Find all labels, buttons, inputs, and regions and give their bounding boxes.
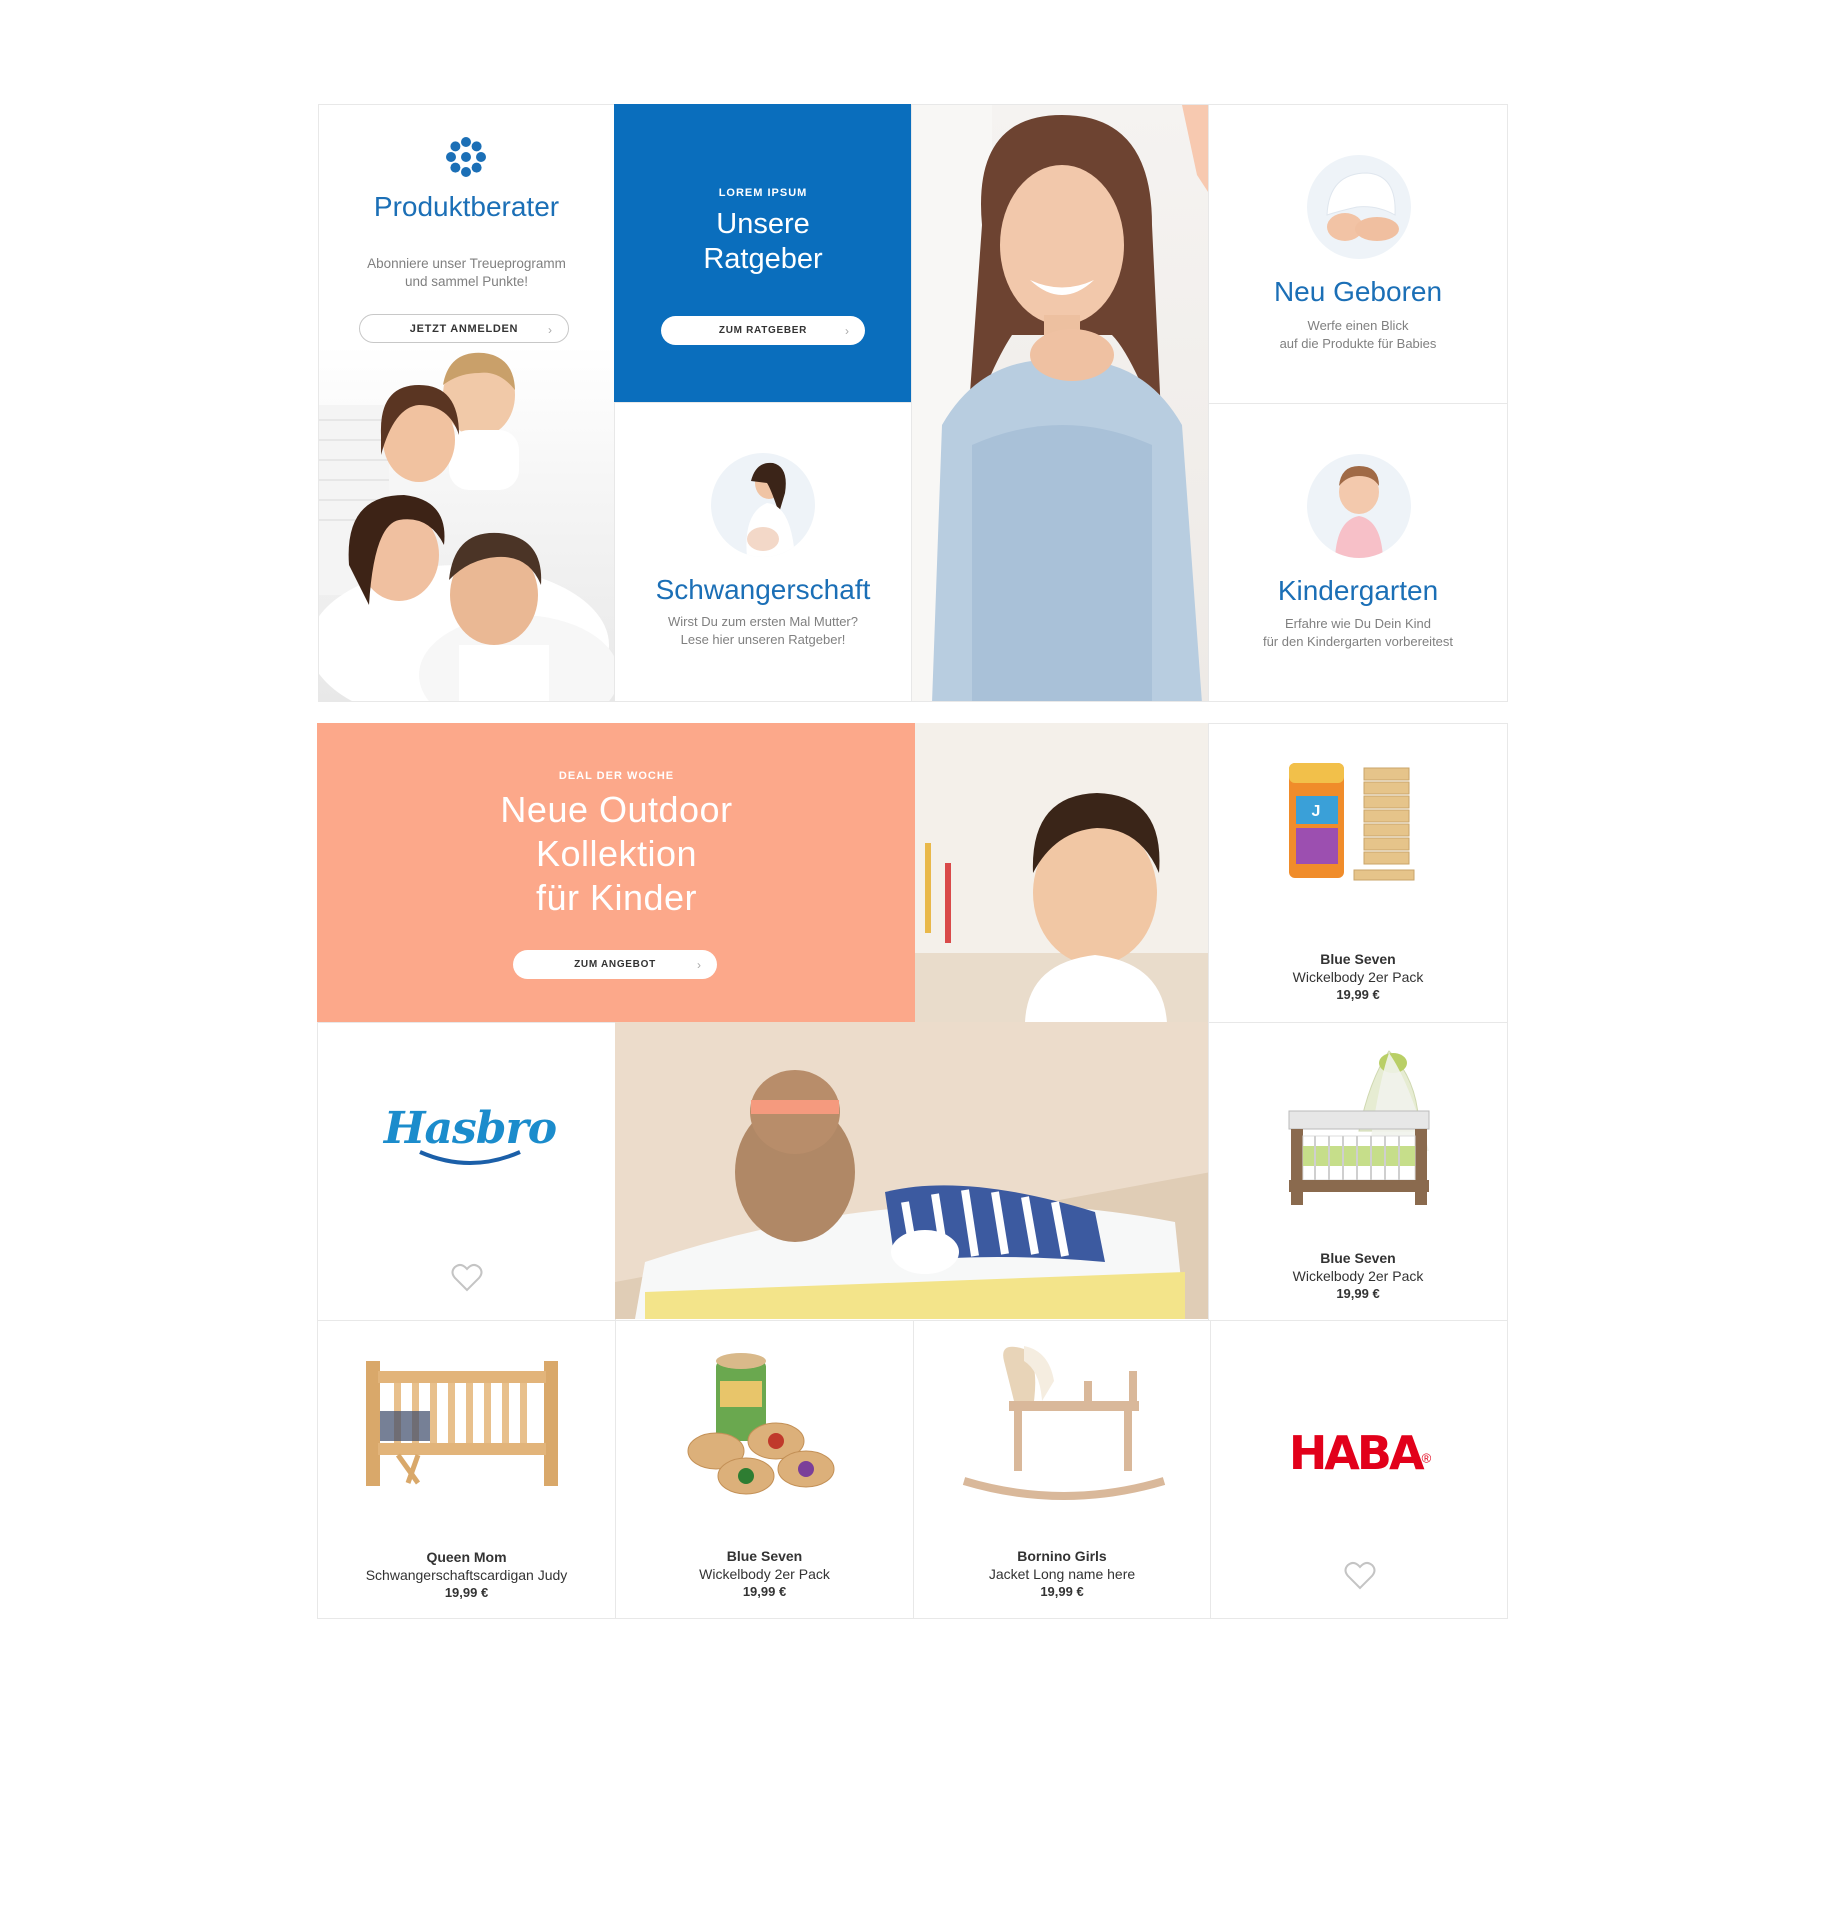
neu-geboren-desc: Werfe einen Blick auf die Produkte für B… bbox=[1209, 317, 1507, 353]
deal-title-line2: Kollektion bbox=[535, 833, 698, 874]
neu-geboren-title: Neu Geboren bbox=[1273, 276, 1443, 307]
produktberater-title: Produktberater bbox=[373, 191, 560, 222]
product-3-info: Queen Mom Schwangerschaftscardigan Judy … bbox=[318, 1548, 615, 1602]
chevron-right-icon: › bbox=[548, 323, 552, 337]
neu-geboren-tile[interactable]: Neu Geboren Werfe einen Blick auf die Pr… bbox=[1208, 104, 1508, 404]
schwangerschaft-desc: Wirst Du zum ersten Mal Mutter? Lese hie… bbox=[615, 613, 911, 649]
toddler-icon bbox=[1307, 454, 1411, 558]
jetzt-anmelden-label: JETZT ANMELDEN bbox=[409, 322, 519, 335]
deal-title-line3: für Kinder bbox=[535, 877, 698, 918]
product-5-name: Jacket Long name here bbox=[988, 1566, 1136, 1582]
schwangerschaft-desc-line2: Lese hier unseren Ratgeber! bbox=[680, 632, 846, 647]
zum-ratgeber-label: ZUM RATGEBER bbox=[718, 325, 808, 336]
product-image-jenga: J bbox=[1289, 763, 1415, 881]
product-2-name: Wickelbody 2er Pack bbox=[1292, 1268, 1424, 1284]
kindergarten-title: Kindergarten bbox=[1277, 575, 1439, 606]
haba-logo: HABA® bbox=[1285, 1426, 1435, 1480]
ratgeber-title-line1: Unsere bbox=[716, 208, 810, 240]
schwangerschaft-title: Schwangerschaft bbox=[655, 574, 871, 605]
product-1-brand: Blue Seven bbox=[1320, 951, 1396, 967]
mother-photo bbox=[911, 104, 1209, 702]
flower-icon bbox=[446, 137, 486, 177]
chevron-right-icon: › bbox=[697, 958, 701, 972]
produktberater-desc-line1: Abonniere unser Treueprogramm bbox=[367, 256, 566, 271]
produktberater-tile: Produktberater Abonniere unser Treueprog… bbox=[318, 104, 615, 702]
haba-logo-text: HABA bbox=[1288, 1426, 1425, 1480]
zum-ratgeber-button[interactable]: ZUM RATGEBER › bbox=[661, 316, 865, 345]
ratgeber-eyebrow: LOREM IPSUM bbox=[718, 187, 808, 199]
product-card-2[interactable]: Blue Seven Wickelbody 2er Pack 19,99 € bbox=[1208, 1022, 1508, 1322]
product-2-info: Blue Seven Wickelbody 2er Pack 19,99 € bbox=[1209, 1249, 1507, 1303]
product-card-1[interactable]: J Blue Seven Wickelbody 2er Pack 19,99 € bbox=[1208, 723, 1508, 1023]
chevron-right-icon: › bbox=[845, 324, 849, 338]
product-2-brand: Blue Seven bbox=[1320, 1250, 1396, 1266]
ratgeber-tile: LOREM IPSUM Unsere Ratgeber ZUM RATGEBER… bbox=[614, 104, 912, 403]
kindergarten-tile[interactable]: Kindergarten Erfahre wie Du Dein Kind fü… bbox=[1208, 403, 1508, 702]
product-card-5[interactable]: Bornino Girls Jacket Long name here 19,9… bbox=[913, 1320, 1211, 1619]
produktberater-desc: Abonniere unser Treueprogramm und sammel… bbox=[319, 255, 614, 291]
deal-title-line1: Neue Outdoor bbox=[500, 789, 733, 830]
ratgeber-title: Unsere Ratgeber bbox=[615, 207, 911, 277]
product-1-name: Wickelbody 2er Pack bbox=[1292, 969, 1424, 985]
kindergarten-desc: Erfahre wie Du Dein Kind für den Kinderg… bbox=[1209, 615, 1507, 651]
hasbro-logo-text: Hasbro bbox=[383, 1103, 557, 1154]
product-1-price: 19,99 € bbox=[1336, 987, 1380, 1002]
newborn-baby-icon bbox=[1307, 155, 1411, 259]
kindergarten-desc-line1: Erfahre wie Du Dein Kind bbox=[1285, 616, 1431, 631]
product-2-price: 19,99 € bbox=[1336, 1286, 1380, 1301]
baby-photo bbox=[915, 723, 1211, 1023]
heart-icon[interactable] bbox=[1344, 1561, 1376, 1591]
product-3-name: Schwangerschaftscardigan Judy bbox=[365, 1567, 568, 1583]
schwangerschaft-desc-line1: Wirst Du zum ersten Mal Mutter? bbox=[668, 614, 858, 629]
jetzt-anmelden-button[interactable]: JETZT ANMELDEN › bbox=[359, 314, 569, 343]
product-image-match-game bbox=[687, 1353, 835, 1495]
deal-banner[interactable]: DEAL DER WOCHE Neue Outdoor Kollektion f… bbox=[317, 723, 916, 1023]
product-card-4[interactable]: Blue Seven Wickelbody 2er Pack 19,99 € bbox=[615, 1320, 914, 1619]
heart-icon[interactable] bbox=[451, 1263, 483, 1293]
ratgeber-title-line2: Ratgeber bbox=[703, 243, 823, 275]
deal-eyebrow: DEAL DER WOCHE bbox=[558, 770, 675, 782]
product-image-wooden-crib bbox=[366, 1361, 558, 1486]
haba-brand-tile[interactable]: HABA® bbox=[1210, 1320, 1508, 1619]
family-photo bbox=[319, 345, 614, 701]
hasbro-brand-tile[interactable]: Hasbro bbox=[317, 1022, 616, 1322]
product-1-info: Blue Seven Wickelbody 2er Pack 19,99 € bbox=[1209, 950, 1507, 1004]
haba-registered-mark: ® bbox=[1421, 1450, 1432, 1466]
zum-angebot-button[interactable]: ZUM ANGEBOT › bbox=[513, 950, 717, 979]
schwangerschaft-tile[interactable]: Schwangerschaft Wirst Du zum ersten Mal … bbox=[614, 402, 912, 702]
neu-geboren-desc-line2: auf die Produkte für Babies bbox=[1279, 336, 1437, 351]
product-image-crib-canopy bbox=[1288, 1050, 1430, 1205]
product-4-price: 19,99 € bbox=[742, 1584, 787, 1599]
kindergarten-desc-line2: für den Kindergarten vorbereitest bbox=[1262, 634, 1454, 649]
product-4-name: Wickelbody 2er Pack bbox=[699, 1566, 830, 1582]
product-5-brand: Bornino Girls bbox=[1017, 1548, 1107, 1564]
produktberater-desc-line2: und sammel Punkte! bbox=[404, 274, 529, 289]
neu-geboren-desc-line1: Werfe einen Blick bbox=[1307, 318, 1409, 333]
product-4-brand: Blue Seven bbox=[726, 1548, 803, 1564]
pregnant-woman-icon bbox=[711, 453, 815, 557]
product-3-price: 19,99 € bbox=[444, 1585, 489, 1600]
product-3-brand: Queen Mom bbox=[426, 1549, 507, 1565]
hasbro-logo: Hasbro bbox=[370, 1103, 570, 1170]
product-card-3[interactable]: Queen Mom Schwangerschaftscardigan Judy … bbox=[317, 1320, 616, 1619]
teddy-photo bbox=[615, 1022, 1211, 1319]
zum-angebot-label: ZUM ANGEBOT bbox=[574, 959, 656, 970]
product-4-info: Blue Seven Wickelbody 2er Pack 19,99 € bbox=[616, 1547, 913, 1601]
deal-title: Neue Outdoor Kollektion für Kinder bbox=[318, 788, 915, 920]
product-5-info: Bornino Girls Jacket Long name here 19,9… bbox=[914, 1547, 1210, 1601]
product-image-rocking-horse bbox=[962, 1346, 1166, 1500]
product-5-price: 19,99 € bbox=[1040, 1584, 1084, 1599]
svg-text:J: J bbox=[1312, 803, 1321, 820]
